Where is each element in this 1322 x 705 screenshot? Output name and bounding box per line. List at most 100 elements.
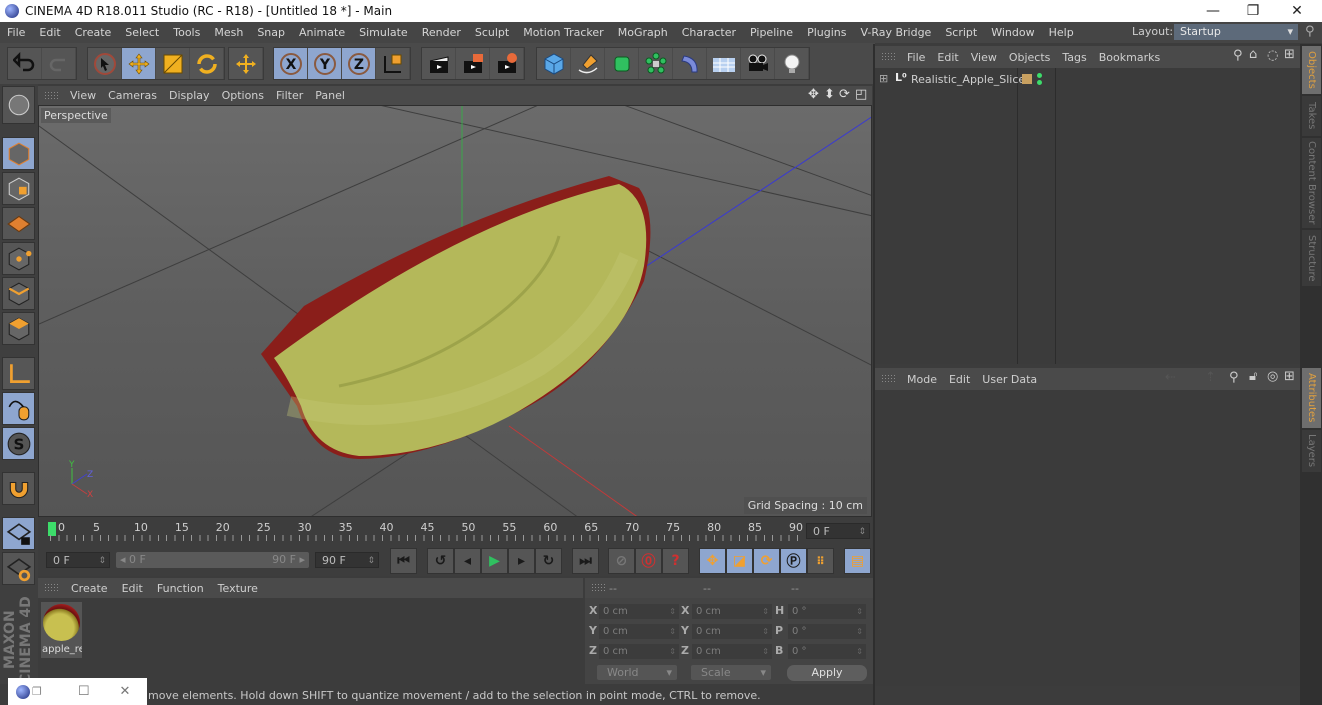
menu-select[interactable]: Select (118, 26, 166, 39)
search-icon[interactable]: ⚲ (1229, 370, 1239, 385)
z-axis-lock-button[interactable]: Z (342, 48, 376, 79)
panel-grip-icon[interactable] (44, 90, 58, 101)
material-menu-create[interactable]: Create (64, 582, 115, 595)
panel-grip-icon[interactable] (881, 52, 895, 62)
menu-help[interactable]: Help (1042, 26, 1081, 39)
viewport-menu-view[interactable]: View (64, 89, 102, 102)
previous-frame-button[interactable]: ◂ (454, 548, 481, 574)
end-frame-field[interactable]: 90 F (315, 552, 379, 569)
light-button[interactable] (775, 48, 809, 79)
object-menu-view[interactable]: View (965, 51, 1003, 64)
subdivision-surface-button[interactable] (605, 48, 639, 79)
menu-script[interactable]: Script (938, 26, 984, 39)
size-mode-dropdown[interactable]: Scale (691, 665, 771, 680)
coordinate-space-dropdown[interactable]: World (597, 665, 677, 680)
restore-small-icon[interactable]: ❐ (32, 685, 42, 698)
camera-label[interactable]: Perspective (41, 108, 111, 123)
material-menu-edit[interactable]: Edit (115, 582, 150, 595)
target-icon[interactable]: ◎ (1267, 369, 1278, 384)
tab-takes[interactable]: Takes (1302, 96, 1321, 136)
restore-button[interactable]: ❐ (1230, 0, 1276, 22)
object-menu-bookmarks[interactable]: Bookmarks (1093, 51, 1166, 64)
cube-button[interactable] (537, 48, 571, 79)
start-frame-field[interactable]: 0 F (46, 552, 110, 569)
timeline-ruler[interactable]: 0 5 10 15 20 25 30 35 40 45 50 55 60 65 70 75 80 85 90 0 F (38, 517, 872, 544)
viewport-menu-panel[interactable]: Panel (309, 89, 351, 102)
axis-mode-button[interactable] (2, 357, 35, 390)
panel-grip-icon[interactable] (44, 583, 58, 593)
next-key-button[interactable]: ↻ (535, 548, 562, 574)
floor-button[interactable] (707, 48, 741, 79)
menu-edit[interactable]: Edit (32, 26, 67, 39)
menu-mesh[interactable]: Mesh (207, 26, 250, 39)
edges-mode-button[interactable] (2, 277, 35, 310)
x-axis-lock-button[interactable]: X (274, 48, 308, 79)
size-field[interactable]: 0 cm (692, 624, 772, 639)
new-panel-icon[interactable]: ⊞ (1284, 369, 1295, 384)
coordinate-system-button[interactable] (376, 48, 410, 79)
size-field[interactable]: 0 cm (692, 604, 772, 619)
search-icon[interactable]: ⚲ (1233, 48, 1243, 63)
key-point-level-button[interactable]: ⠿ (807, 548, 834, 574)
go-to-start-button[interactable]: ⏮ (390, 548, 417, 574)
home-icon[interactable]: ⌂ (1249, 47, 1257, 62)
viewport-pan-icon[interactable]: ✥ (808, 87, 819, 102)
workplane-mode-button[interactable] (2, 207, 35, 240)
workplane-snap-button[interactable] (2, 552, 35, 585)
apply-button[interactable]: Apply (787, 665, 867, 681)
rotation-field[interactable]: 0 ° (788, 604, 866, 619)
size-field[interactable]: 0 cm (692, 644, 772, 659)
menu-sculpt[interactable]: Sculpt (468, 26, 516, 39)
render-settings-button[interactable] (490, 48, 524, 79)
lock-icon[interactable]: 🔓︎ (1249, 369, 1257, 384)
y-axis-lock-button[interactable]: Y (308, 48, 342, 79)
viewport-maximize-icon[interactable]: ◰ (855, 87, 867, 102)
frame-range-slider[interactable]: ◂ 0 F 90 F ▸ (116, 552, 309, 568)
up-arrow-icon[interactable]: ⇡ (1205, 370, 1216, 385)
back-arrow-icon[interactable]: ⇠ (1165, 370, 1176, 385)
key-rotation-button[interactable]: ⟳ (753, 548, 780, 574)
viewport-menu-options[interactable]: Options (216, 89, 270, 102)
recent-tool-button[interactable] (229, 48, 263, 79)
object-menu-file[interactable]: File (901, 51, 931, 64)
record-active-objects-button[interactable]: ⊘ (608, 548, 635, 574)
deformer-button[interactable] (673, 48, 707, 79)
tab-layers[interactable]: Layers (1302, 430, 1321, 472)
menu-motion-tracker[interactable]: Motion Tracker (516, 26, 610, 39)
current-frame-field[interactable]: 0 F (806, 523, 870, 540)
tweak-mode-button[interactable] (2, 392, 35, 425)
viewport-rotate-icon[interactable]: ⟳ (839, 87, 850, 102)
viewport-zoom-icon[interactable]: ⬍ (824, 87, 835, 102)
attribute-menu-user-data[interactable]: User Data (976, 373, 1043, 386)
texture-mode-button[interactable] (2, 172, 35, 205)
close-button[interactable]: ✕ (1274, 0, 1320, 22)
menu-character[interactable]: Character (675, 26, 743, 39)
attribute-menu-edit[interactable]: Edit (943, 373, 976, 386)
cloner-button[interactable] (639, 48, 673, 79)
polygons-mode-button[interactable] (2, 312, 35, 345)
object-menu-edit[interactable]: Edit (931, 51, 964, 64)
key-parameter-button[interactable]: Ⓟ (780, 548, 807, 574)
position-field[interactable]: 0 cm (599, 624, 679, 639)
menu-simulate[interactable]: Simulate (352, 26, 415, 39)
key-scale-button[interactable]: ◪ (726, 548, 753, 574)
material-menu-texture[interactable]: Texture (211, 582, 265, 595)
undo-button[interactable] (8, 48, 42, 79)
tab-content-browser[interactable]: Content Browser (1302, 138, 1321, 228)
menu-plugins[interactable]: Plugins (800, 26, 853, 39)
menu-snap[interactable]: Snap (250, 26, 292, 39)
position-field[interactable]: 0 cm (599, 644, 679, 659)
play-button[interactable]: ▶ (481, 548, 508, 574)
menu-vray-bridge[interactable]: V-Ray Bridge (853, 26, 938, 39)
search-icon[interactable]: ⚲ (1305, 24, 1315, 39)
render-view-button[interactable] (422, 48, 456, 79)
render-picture-viewer-button[interactable] (456, 48, 490, 79)
scale-button[interactable] (156, 48, 190, 79)
close-small-icon[interactable]: ✕ (120, 684, 131, 699)
rotation-field[interactable]: 0 ° (788, 644, 866, 659)
points-mode-button[interactable] (2, 242, 35, 275)
object-row[interactable]: ⊞ L⁰ Realistic_Apple_Slice (875, 70, 1300, 90)
menu-create[interactable]: Create (68, 26, 119, 39)
workplane-lock-button[interactable] (2, 517, 35, 550)
menu-render[interactable]: Render (415, 26, 468, 39)
